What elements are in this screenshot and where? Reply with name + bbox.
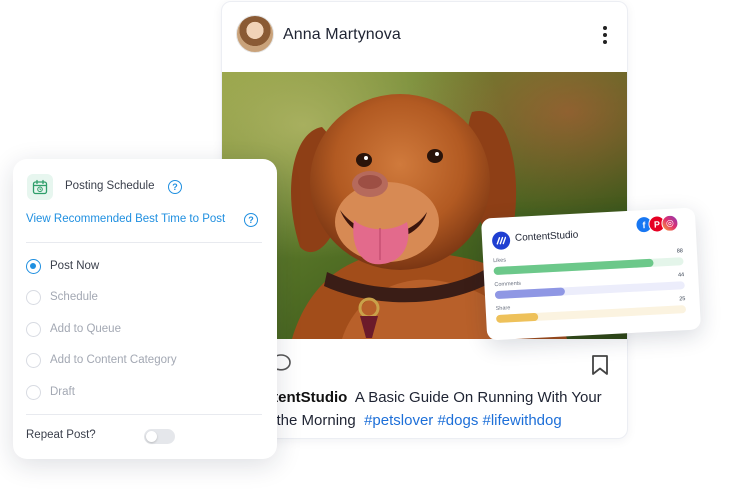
option-label: Add to Content Category [50,354,177,366]
help-icon[interactable]: ? [168,180,182,194]
metric-bar-fill [493,258,654,276]
repeat-post-label: Repeat Post? [26,429,96,441]
analytics-card: ContentStudio f P ◎ Likes 88 Comments 44… [480,207,702,341]
posting-schedule-panel: Posting Schedule ? View Recommended Best… [13,159,277,459]
avatar[interactable] [236,15,274,53]
radio-button[interactable] [26,385,41,400]
caption-text-continued: n the Morning [264,412,356,429]
option-post-now[interactable]: Post Now [26,258,256,276]
bookmark-icon[interactable] [591,354,609,376]
metric-value: 88 [676,248,684,255]
metric-bar-track [493,257,684,276]
option-label: Draft [50,386,75,398]
metric-bar-fill [496,312,539,324]
option-label: Post Now [50,260,100,272]
radio-button[interactable] [26,290,41,305]
option-label: Add to Queue [50,323,121,335]
option-add-to-queue[interactable]: Add to Queue [26,321,256,339]
metric-value: 25 [679,296,686,303]
contentstudio-logo-icon [491,231,511,251]
option-draft[interactable]: Draft [26,384,256,402]
post-actions [222,352,627,378]
posting-schedule-title: Posting Schedule [65,180,155,192]
caption-text: A Basic Guide On Running With Your [354,389,602,406]
post-header: Anna Martynova [222,2,627,72]
metric-bar-track [494,281,685,300]
metric-bar-fill [494,287,566,300]
more-vertical-icon[interactable] [601,26,609,46]
repeat-post-toggle[interactable] [144,429,175,444]
recommended-best-time-link[interactable]: View Recommended Best Time to Post [26,213,225,225]
post-caption: ntentStudio A Basic Guide On Running Wit… [264,386,624,432]
caption-hashtags[interactable]: #petslover #dogs #lifewithdog [364,412,562,429]
radio-button[interactable] [26,353,41,368]
metric-value: 44 [677,272,685,279]
author-name[interactable]: Anna Martynova [283,26,401,44]
divider [26,414,262,415]
help-icon[interactable]: ? [244,213,258,227]
metric-label: Share [495,305,511,313]
option-label: Schedule [50,291,98,303]
radio-button[interactable] [26,322,41,337]
calendar-icon [27,174,53,200]
option-schedule[interactable]: Schedule [26,289,256,307]
metric-bar-track [496,305,687,324]
radio-button[interactable] [26,259,41,274]
instagram-icon: ◎ [661,214,679,233]
option-add-to-content-category[interactable]: Add to Content Category [26,352,256,370]
contentstudio-brand: ContentStudio [514,229,579,244]
metric-label: Likes [493,257,507,265]
divider [26,242,262,243]
metric-label: Comments [494,280,522,289]
